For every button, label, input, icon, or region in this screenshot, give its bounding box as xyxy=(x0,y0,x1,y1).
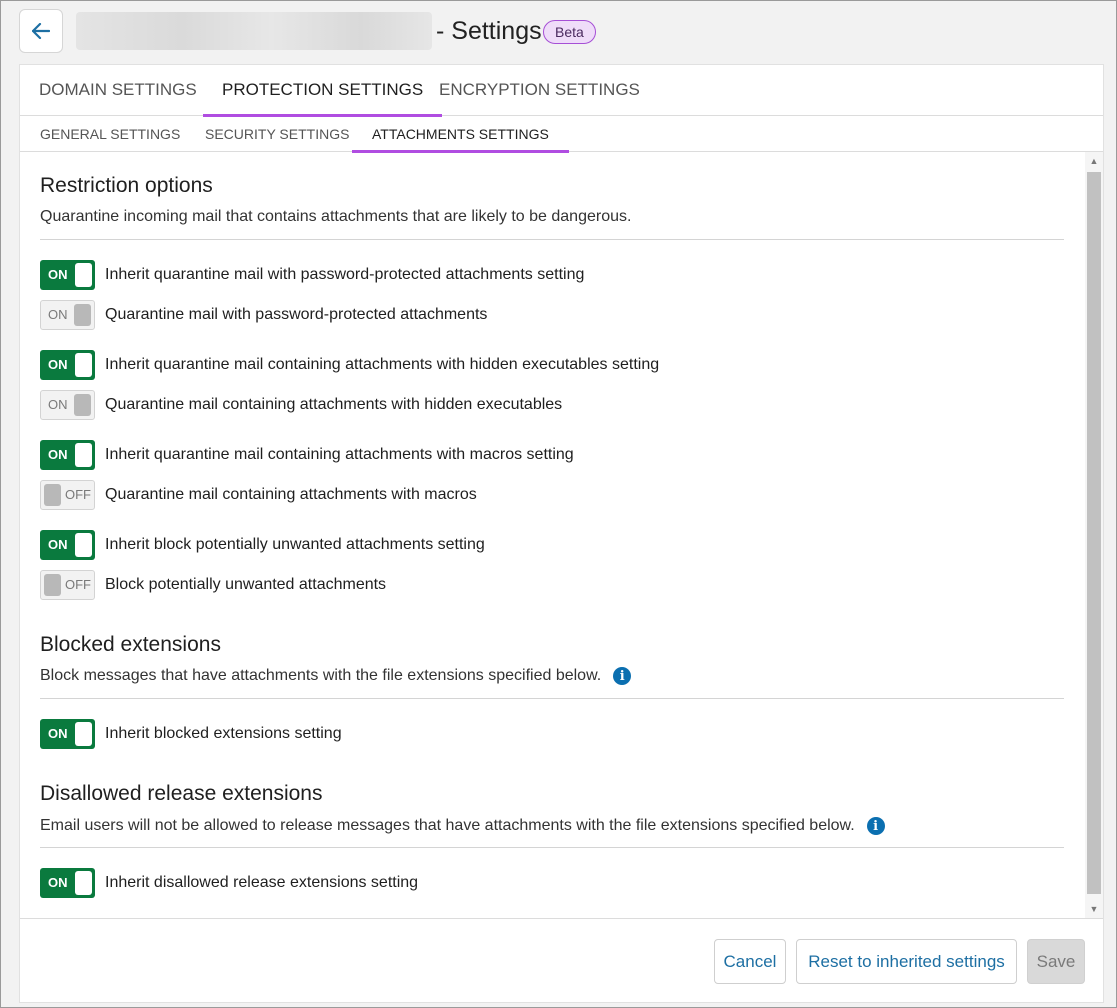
blocked-extensions-title: Blocked extensions xyxy=(40,633,221,656)
toggle-state-label: OFF xyxy=(65,577,91,592)
footer-actions: Cancel Reset to inherited settings Save xyxy=(20,918,1103,1003)
toggle-knob xyxy=(75,722,92,746)
setting-label: Quarantine mail containing attachments w… xyxy=(105,486,477,503)
sub-tabs: GENERAL SETTINGS SECURITY SETTINGS ATTAC… xyxy=(20,116,1103,153)
inherit-hidden-executables-toggle[interactable]: ON xyxy=(40,350,95,380)
inherit-macros-toggle[interactable]: ON xyxy=(40,440,95,470)
quarantine-macros-toggle: OFF xyxy=(40,480,95,510)
main-tabs: DOMAIN SETTINGS PROTECTION SETTINGS ENCR… xyxy=(20,65,1103,117)
disallowed-release-extensions-description: Email users will not be allowed to relea… xyxy=(40,817,885,835)
arrow-left-icon xyxy=(32,23,50,39)
setting-row: ON Inherit disallowed release extensions… xyxy=(40,868,418,898)
toggle-knob xyxy=(74,394,91,416)
setting-label: Inherit quarantine mail containing attac… xyxy=(105,446,574,463)
toggle-state-label: ON xyxy=(48,537,68,552)
setting-row: ON Quarantine mail containing attachment… xyxy=(40,390,562,420)
blocked-extensions-description-text: Block messages that have attachments wit… xyxy=(40,667,602,684)
reset-to-inherited-button[interactable]: Reset to inherited settings xyxy=(796,939,1017,984)
scrollbar-thumb[interactable] xyxy=(1087,172,1101,894)
toggle-knob xyxy=(75,533,92,557)
setting-row: OFF Block potentially unwanted attachmen… xyxy=(40,570,386,600)
toggle-state-label: ON xyxy=(48,357,68,372)
page-title: - Settings xyxy=(436,17,542,45)
toggle-state-label: OFF xyxy=(65,487,91,502)
toggle-state-label: ON xyxy=(48,397,68,412)
setting-label: Block potentially unwanted attachments xyxy=(105,576,387,593)
setting-row: OFF Quarantine mail containing attachmen… xyxy=(40,480,477,510)
page-header: - Settings Beta xyxy=(19,9,1099,53)
setting-label: Inherit block potentially unwanted attac… xyxy=(105,536,485,553)
info-icon[interactable]: i xyxy=(613,667,632,685)
inherit-password-protected-toggle[interactable]: ON xyxy=(40,260,95,290)
quarantine-hidden-executables-toggle: ON xyxy=(40,390,95,420)
beta-badge: Beta xyxy=(543,20,596,44)
setting-label: Inherit quarantine mail containing attac… xyxy=(105,356,660,373)
subtab-general-settings[interactable]: GENERAL SETTINGS xyxy=(20,116,200,152)
save-button[interactable]: Save xyxy=(1027,939,1085,984)
back-button[interactable] xyxy=(19,9,63,53)
setting-row: ON Inherit quarantine mail containing at… xyxy=(40,350,659,380)
toggle-state-label: ON xyxy=(48,307,68,322)
blocked-extensions-description: Block messages that have attachments wit… xyxy=(40,667,632,685)
toggle-knob xyxy=(75,443,92,467)
section-divider xyxy=(40,847,1064,848)
toggle-knob xyxy=(44,484,61,506)
inherit-disallowed-release-extensions-toggle[interactable]: ON xyxy=(40,868,95,898)
info-icon[interactable]: i xyxy=(866,817,885,835)
toggle-knob xyxy=(44,574,61,596)
section-divider xyxy=(40,239,1064,240)
setting-label: Quarantine mail with password-protected … xyxy=(105,306,488,323)
scroll-down-icon[interactable]: ▼ xyxy=(1085,900,1103,918)
setting-row: ON Inherit quarantine mail containing at… xyxy=(40,440,574,470)
setting-row: ON Quarantine mail with password-protect… xyxy=(40,300,487,330)
block-unwanted-attachments-toggle: OFF xyxy=(40,570,95,600)
disallowed-release-extensions-description-text: Email users will not be allowed to relea… xyxy=(40,817,855,834)
setting-label: Inherit disallowed release extensions se… xyxy=(105,874,419,891)
inherit-blocked-extensions-toggle[interactable]: ON xyxy=(40,719,95,749)
vertical-scrollbar[interactable]: ▲ ▼ xyxy=(1085,152,1103,918)
restriction-options-description: Quarantine incoming mail that contains a… xyxy=(40,208,631,226)
toggle-state-label: ON xyxy=(48,447,68,462)
subtab-security-settings[interactable]: SECURITY SETTINGS xyxy=(185,116,369,152)
setting-label: Inherit quarantine mail with password-pr… xyxy=(105,266,585,283)
tab-encryption-settings[interactable]: ENCRYPTION SETTINGS xyxy=(420,65,659,116)
window-frame: - Settings Beta DOMAIN SETTINGS PROTECTI… xyxy=(0,0,1117,1008)
subtab-attachments-settings[interactable]: ATTACHMENTS SETTINGS xyxy=(352,116,569,153)
quarantine-password-protected-toggle: ON xyxy=(40,300,95,330)
scroll-up-icon[interactable]: ▲ xyxy=(1085,152,1103,170)
redacted-domain-name xyxy=(76,12,432,50)
tab-protection-settings[interactable]: PROTECTION SETTINGS xyxy=(203,65,443,117)
disallowed-release-extensions-title: Disallowed release extensions xyxy=(40,782,323,805)
inherit-unwanted-attachments-toggle[interactable]: ON xyxy=(40,530,95,560)
tab-domain-settings[interactable]: DOMAIN SETTINGS xyxy=(20,65,216,116)
toggle-knob xyxy=(74,304,91,326)
setting-row: ON Inherit blocked extensions setting xyxy=(40,719,342,749)
section-divider xyxy=(40,698,1064,699)
attachments-settings-content: Restriction options Quarantine incoming … xyxy=(40,152,1064,918)
setting-row: ON Inherit quarantine mail with password… xyxy=(40,260,584,290)
toggle-knob xyxy=(75,353,92,377)
toggle-state-label: ON xyxy=(48,875,68,890)
settings-card: DOMAIN SETTINGS PROTECTION SETTINGS ENCR… xyxy=(19,64,1104,1003)
cancel-button[interactable]: Cancel xyxy=(714,939,786,984)
restriction-options-description-text: Quarantine incoming mail that contains a… xyxy=(40,208,632,225)
setting-row: ON Inherit block potentially unwanted at… xyxy=(40,530,485,560)
setting-label: Quarantine mail containing attachments w… xyxy=(105,396,563,413)
toggle-state-label: ON xyxy=(48,267,68,282)
toggle-knob xyxy=(75,263,92,287)
toggle-knob xyxy=(75,871,92,895)
toggle-state-label: ON xyxy=(48,726,68,741)
restriction-options-title: Restriction options xyxy=(40,174,213,197)
setting-label: Inherit blocked extensions setting xyxy=(105,725,342,742)
